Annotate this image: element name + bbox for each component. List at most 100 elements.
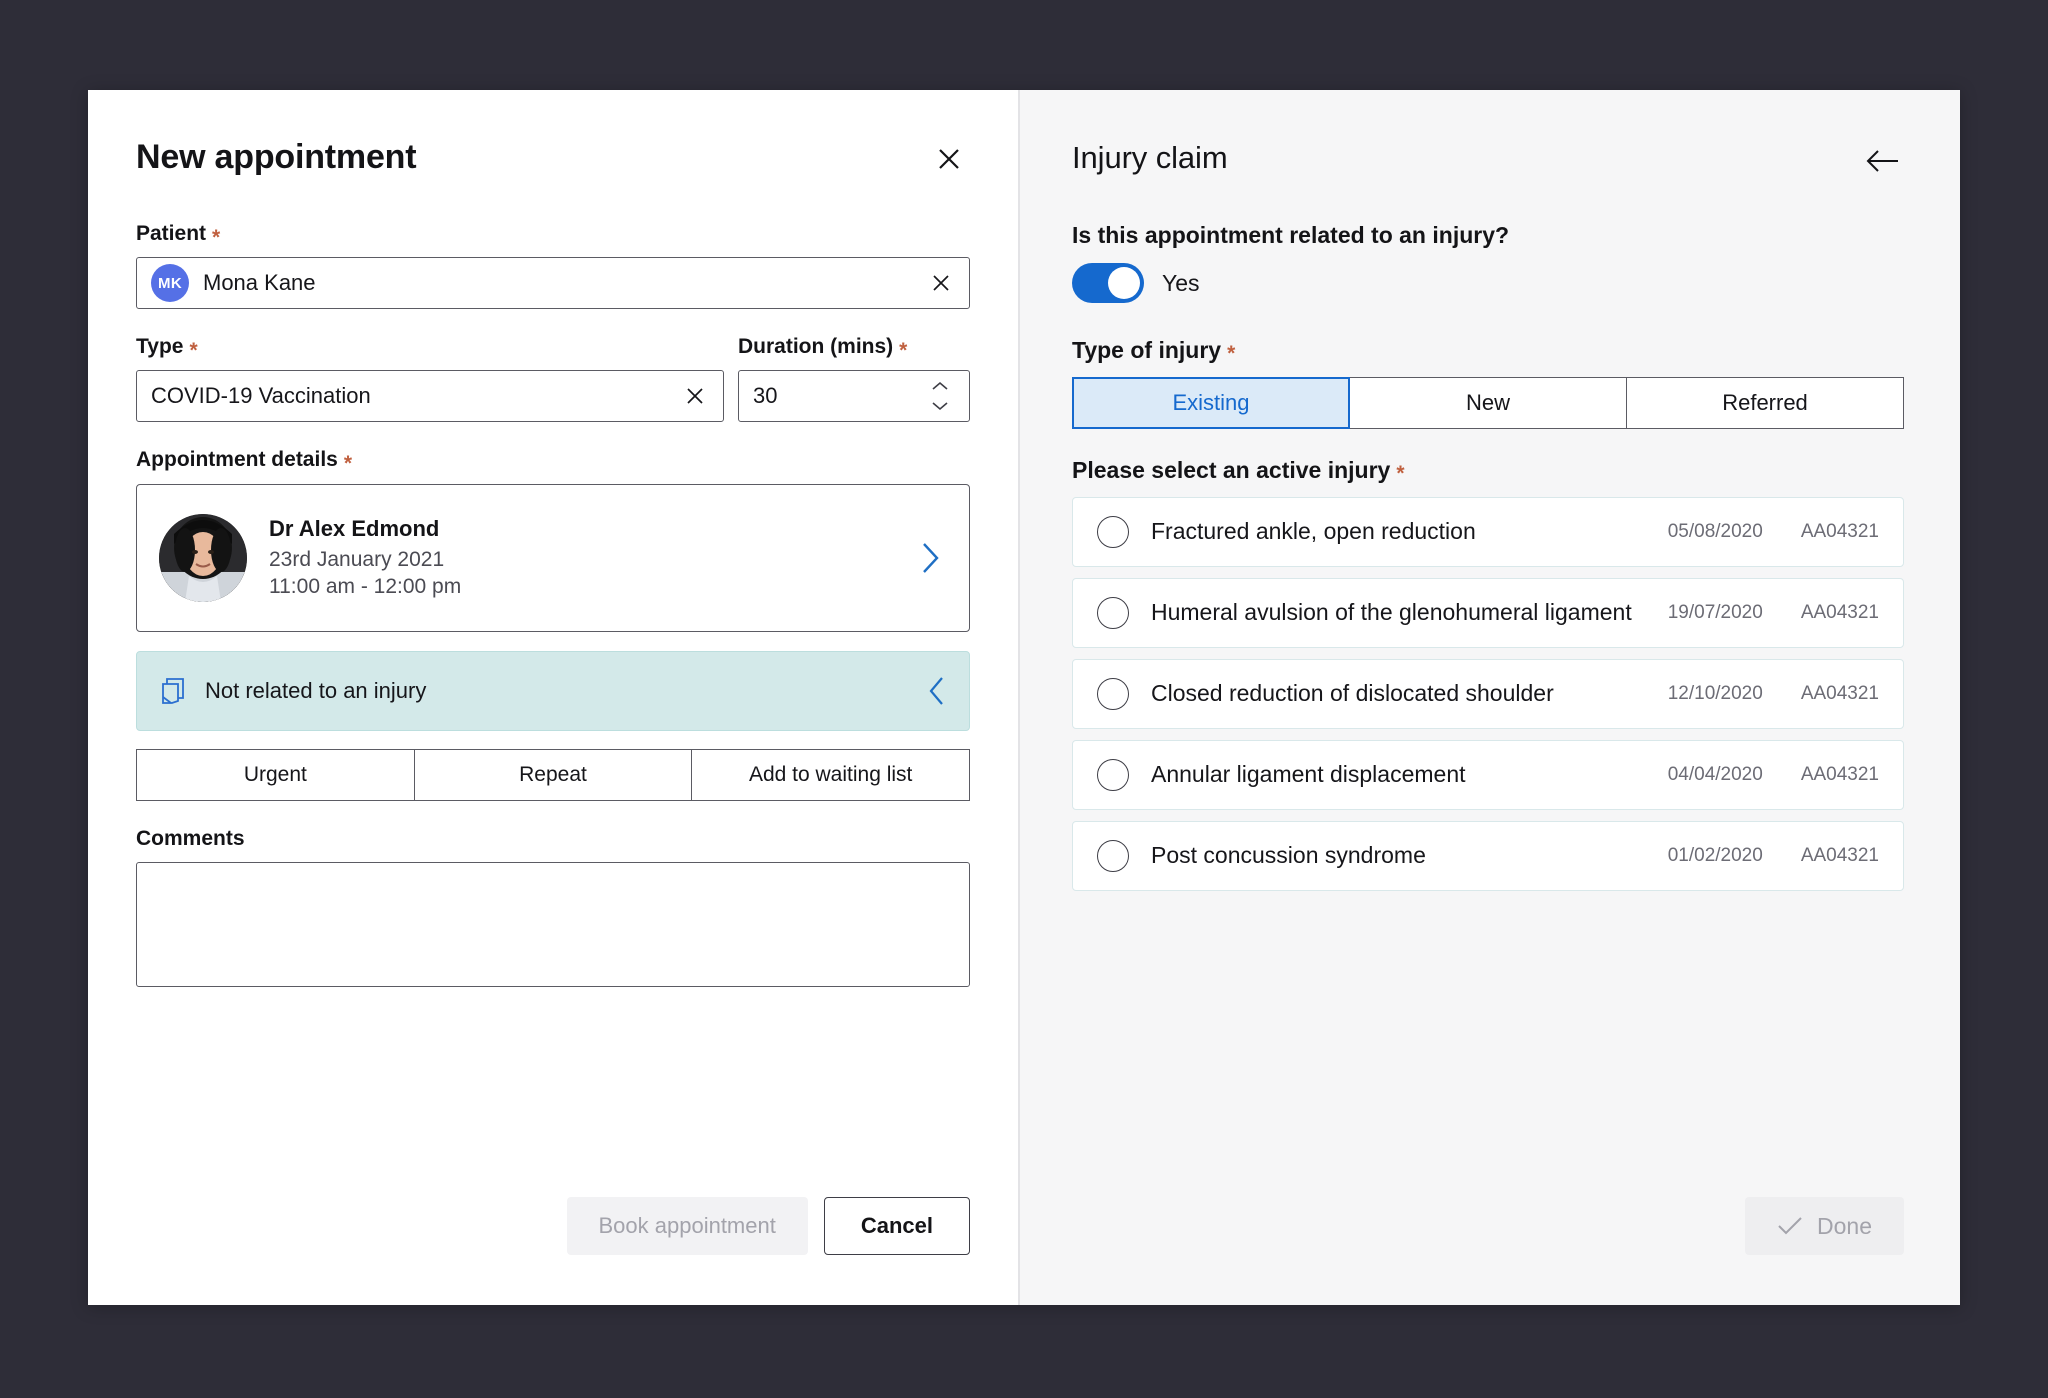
select-injury-label-text: Please select an active injury bbox=[1072, 457, 1391, 483]
radio-button[interactable] bbox=[1097, 759, 1129, 791]
injury-name: Closed reduction of dislocated shoulder bbox=[1151, 680, 1554, 707]
injury-code: AA04321 bbox=[1800, 845, 1879, 866]
patient-field-group: Patient * MK Mona Kane bbox=[136, 222, 970, 309]
injury-name: Fractured ankle, open reduction bbox=[1151, 518, 1476, 545]
type-label: Type * bbox=[136, 335, 724, 362]
type-field-group: Type * COVID-19 Vaccination bbox=[136, 335, 724, 422]
appointment-time: 11:00 am - 12:00 pm bbox=[269, 574, 462, 598]
patient-value: Mona Kane bbox=[203, 270, 316, 295]
arrow-left-icon bbox=[1866, 150, 1898, 172]
injury-banner[interactable]: Not related to an injury bbox=[136, 651, 970, 731]
close-button[interactable] bbox=[928, 138, 970, 180]
radio-button[interactable] bbox=[1097, 597, 1129, 629]
check-icon bbox=[1778, 1217, 1802, 1235]
cancel-button[interactable]: Cancel bbox=[823, 1197, 970, 1255]
radio-button[interactable] bbox=[1097, 516, 1129, 548]
injury-date: 05/08/2020 bbox=[1667, 521, 1763, 542]
required-asterisk: * bbox=[343, 451, 353, 475]
toggle-state-label: Yes bbox=[1162, 269, 1200, 296]
avatar: MK bbox=[151, 264, 189, 302]
book-appointment-button[interactable]: Book appointment bbox=[566, 1197, 808, 1255]
patient-label: Patient * bbox=[136, 222, 970, 249]
appointment-details-expand-button[interactable] bbox=[913, 541, 947, 575]
close-icon bbox=[687, 388, 703, 404]
injury-date: 04/04/2020 bbox=[1667, 764, 1763, 785]
left-panel-footer: Book appointment Cancel bbox=[88, 1197, 1018, 1305]
chevron-left-icon[interactable] bbox=[927, 675, 947, 707]
appointment-details-label: Appointment details * bbox=[136, 448, 970, 475]
radio-button[interactable] bbox=[1097, 840, 1129, 872]
add-to-waiting-list-button[interactable]: Add to waiting list bbox=[692, 749, 971, 801]
duration-label: Duration (mins) * bbox=[738, 335, 970, 362]
list-item[interactable]: Post concussion syndrome 01/02/2020 AA04… bbox=[1072, 821, 1904, 891]
patient-input[interactable]: MK Mona Kane bbox=[136, 257, 970, 309]
right-panel-header: Injury claim bbox=[1072, 140, 1904, 182]
required-asterisk: * bbox=[1396, 462, 1405, 485]
required-asterisk: * bbox=[212, 225, 221, 249]
repeat-button[interactable]: Repeat bbox=[414, 749, 693, 801]
injury-code: AA04321 bbox=[1800, 683, 1879, 704]
back-button[interactable] bbox=[1862, 140, 1904, 182]
list-item[interactable]: Fractured ankle, open reduction 05/08/20… bbox=[1072, 497, 1904, 567]
tab-existing[interactable]: Existing bbox=[1072, 377, 1350, 429]
appointment-details-card[interactable]: Dr Alex Edmond 23rd January 2021 11:00 a… bbox=[136, 484, 970, 632]
urgent-button[interactable]: Urgent bbox=[136, 749, 415, 801]
required-asterisk: * bbox=[1227, 342, 1236, 365]
chevron-down-icon[interactable] bbox=[931, 401, 949, 411]
injury-claim-panel: Injury claim Is this appointment related… bbox=[1020, 90, 1960, 1305]
right-panel-footer: Done bbox=[1020, 1197, 1960, 1305]
injury-name: Annular ligament displacement bbox=[1151, 761, 1466, 788]
dialog-window: New appointment Patient * MK Mona Kane T… bbox=[88, 90, 1960, 1305]
radio-button[interactable] bbox=[1097, 678, 1129, 710]
type-of-injury-label-text: Type of injury bbox=[1072, 337, 1222, 363]
done-button[interactable]: Done bbox=[1745, 1197, 1904, 1255]
page-title: New appointment bbox=[136, 138, 417, 176]
tab-referred[interactable]: Referred bbox=[1627, 377, 1904, 429]
injury-claim-title: Injury claim bbox=[1072, 140, 1228, 175]
injury-date: 19/07/2020 bbox=[1667, 602, 1763, 623]
required-asterisk: * bbox=[899, 338, 908, 362]
duration-value: 30 bbox=[753, 383, 778, 408]
appointment-date: 23rd January 2021 bbox=[269, 547, 445, 571]
duration-field-group: Duration (mins) * 30 bbox=[738, 335, 970, 422]
doctor-info: Dr Alex Edmond 23rd January 2021 11:00 a… bbox=[269, 516, 891, 601]
patient-clear-button[interactable] bbox=[927, 273, 955, 293]
list-item[interactable]: Humeral avulsion of the glenohumeral lig… bbox=[1072, 578, 1904, 648]
list-item[interactable]: Closed reduction of dislocated shoulder … bbox=[1072, 659, 1904, 729]
injury-code: AA04321 bbox=[1800, 521, 1879, 542]
appointment-details-label-text: Appointment details bbox=[136, 448, 338, 471]
injury-related-toggle[interactable] bbox=[1072, 263, 1144, 303]
doctor-photo bbox=[159, 514, 247, 602]
type-of-injury-label: Type of injury * bbox=[1072, 337, 1904, 364]
appointment-flags-group: Urgent Repeat Add to waiting list bbox=[136, 749, 971, 801]
required-asterisk: * bbox=[189, 338, 198, 362]
type-of-injury-segmented-control: Existing New Referred bbox=[1072, 377, 1904, 429]
injury-name: Humeral avulsion of the glenohumeral lig… bbox=[1151, 599, 1632, 626]
done-button-label: Done bbox=[1817, 1212, 1872, 1239]
comments-textarea[interactable] bbox=[136, 862, 970, 987]
patient-label-text: Patient bbox=[136, 222, 207, 245]
duration-spinner[interactable] bbox=[925, 381, 955, 411]
chevron-up-icon[interactable] bbox=[931, 381, 949, 391]
injury-banner-text: Not related to an injury bbox=[205, 678, 427, 703]
type-clear-button[interactable] bbox=[681, 386, 709, 406]
type-input[interactable]: COVID-19 Vaccination bbox=[136, 370, 724, 422]
close-icon bbox=[933, 275, 949, 291]
injury-code: AA04321 bbox=[1800, 764, 1879, 785]
doctor-name: Dr Alex Edmond bbox=[269, 515, 440, 541]
list-item[interactable]: Annular ligament displacement 04/04/2020… bbox=[1072, 740, 1904, 810]
injury-question-label: Is this appointment related to an injury… bbox=[1072, 222, 1510, 248]
chevron-right-icon bbox=[923, 543, 939, 573]
select-injury-label: Please select an active injury * bbox=[1072, 457, 1904, 484]
comments-label: Comments bbox=[136, 827, 245, 850]
injury-date: 01/02/2020 bbox=[1667, 845, 1763, 866]
left-panel-header: New appointment bbox=[136, 138, 970, 180]
new-appointment-panel: New appointment Patient * MK Mona Kane T… bbox=[88, 90, 1020, 1305]
type-duration-row: Type * COVID-19 Vaccination Duration (mi… bbox=[136, 335, 970, 422]
duration-stepper[interactable]: 30 bbox=[738, 370, 970, 422]
document-page-icon bbox=[162, 678, 184, 704]
tab-new[interactable]: New bbox=[1350, 377, 1627, 429]
type-value: COVID-19 Vaccination bbox=[151, 383, 371, 408]
injury-date: 12/10/2020 bbox=[1667, 683, 1763, 704]
injury-toggle-row: Yes bbox=[1072, 263, 1904, 303]
